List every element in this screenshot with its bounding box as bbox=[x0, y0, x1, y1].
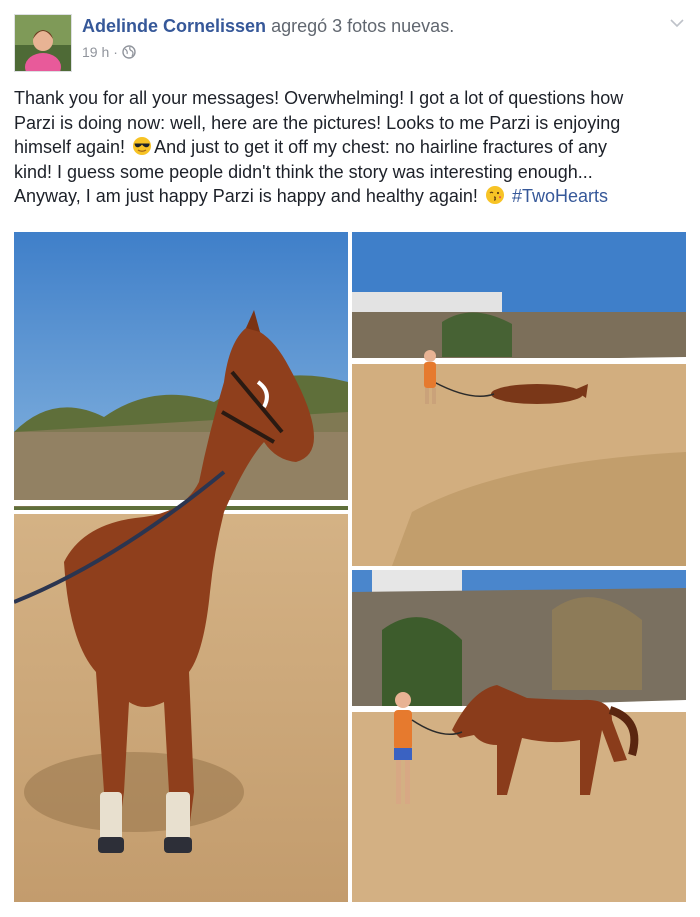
post-meta: 19 h · bbox=[82, 44, 136, 60]
horse-walking-image bbox=[352, 570, 686, 902]
globe-icon[interactable] bbox=[122, 45, 136, 59]
kiss-emoji-icon bbox=[485, 186, 504, 204]
hashtag-link[interactable]: #TwoHearts bbox=[512, 186, 608, 206]
post-text-line: Parzi is doing now: well, here are the p… bbox=[14, 112, 621, 133]
horse-lying-image bbox=[352, 232, 686, 566]
avatar-photo bbox=[15, 15, 71, 71]
author-name-link[interactable]: Adelinde Cornelissen bbox=[82, 16, 266, 36]
meta-separator: · bbox=[113, 44, 118, 60]
post-text-line-with-emoji: himself again! And just to get it off my… bbox=[14, 135, 686, 160]
post-text-segment: Anyway, I am just happy Parzi is happy a… bbox=[14, 186, 478, 206]
horse-standing-image bbox=[14, 232, 348, 902]
post-text-line: kind! I guess some people didn't think t… bbox=[14, 161, 593, 182]
post-body-text: Thank you for all your messages! Overwhe… bbox=[14, 86, 686, 209]
post-timestamp[interactable]: 19 h bbox=[82, 44, 109, 60]
sunglasses-emoji-icon bbox=[133, 137, 152, 155]
post-text-line-with-emoji: Anyway, I am just happy Parzi is happy a… bbox=[14, 184, 686, 209]
chevron-down-icon[interactable] bbox=[668, 14, 686, 32]
photo-horse-walking[interactable] bbox=[352, 570, 686, 902]
post-action-text: agregó 3 fotos nuevas. bbox=[271, 16, 455, 36]
post-text-line: Thank you for all your messages! Overwhe… bbox=[14, 88, 624, 108]
post-header: Adelinde Cornelissen agregó 3 fotos nuev… bbox=[82, 16, 454, 37]
photo-horse-standing[interactable] bbox=[14, 232, 348, 902]
post-text-segment: himself again! bbox=[14, 137, 126, 157]
photo-horse-lying[interactable] bbox=[352, 232, 686, 566]
facebook-post: Adelinde Cornelissen agregó 3 fotos nuev… bbox=[0, 0, 700, 917]
author-avatar[interactable] bbox=[14, 14, 72, 72]
post-text-segment: And just to get it off my chest: no hair… bbox=[154, 137, 607, 157]
